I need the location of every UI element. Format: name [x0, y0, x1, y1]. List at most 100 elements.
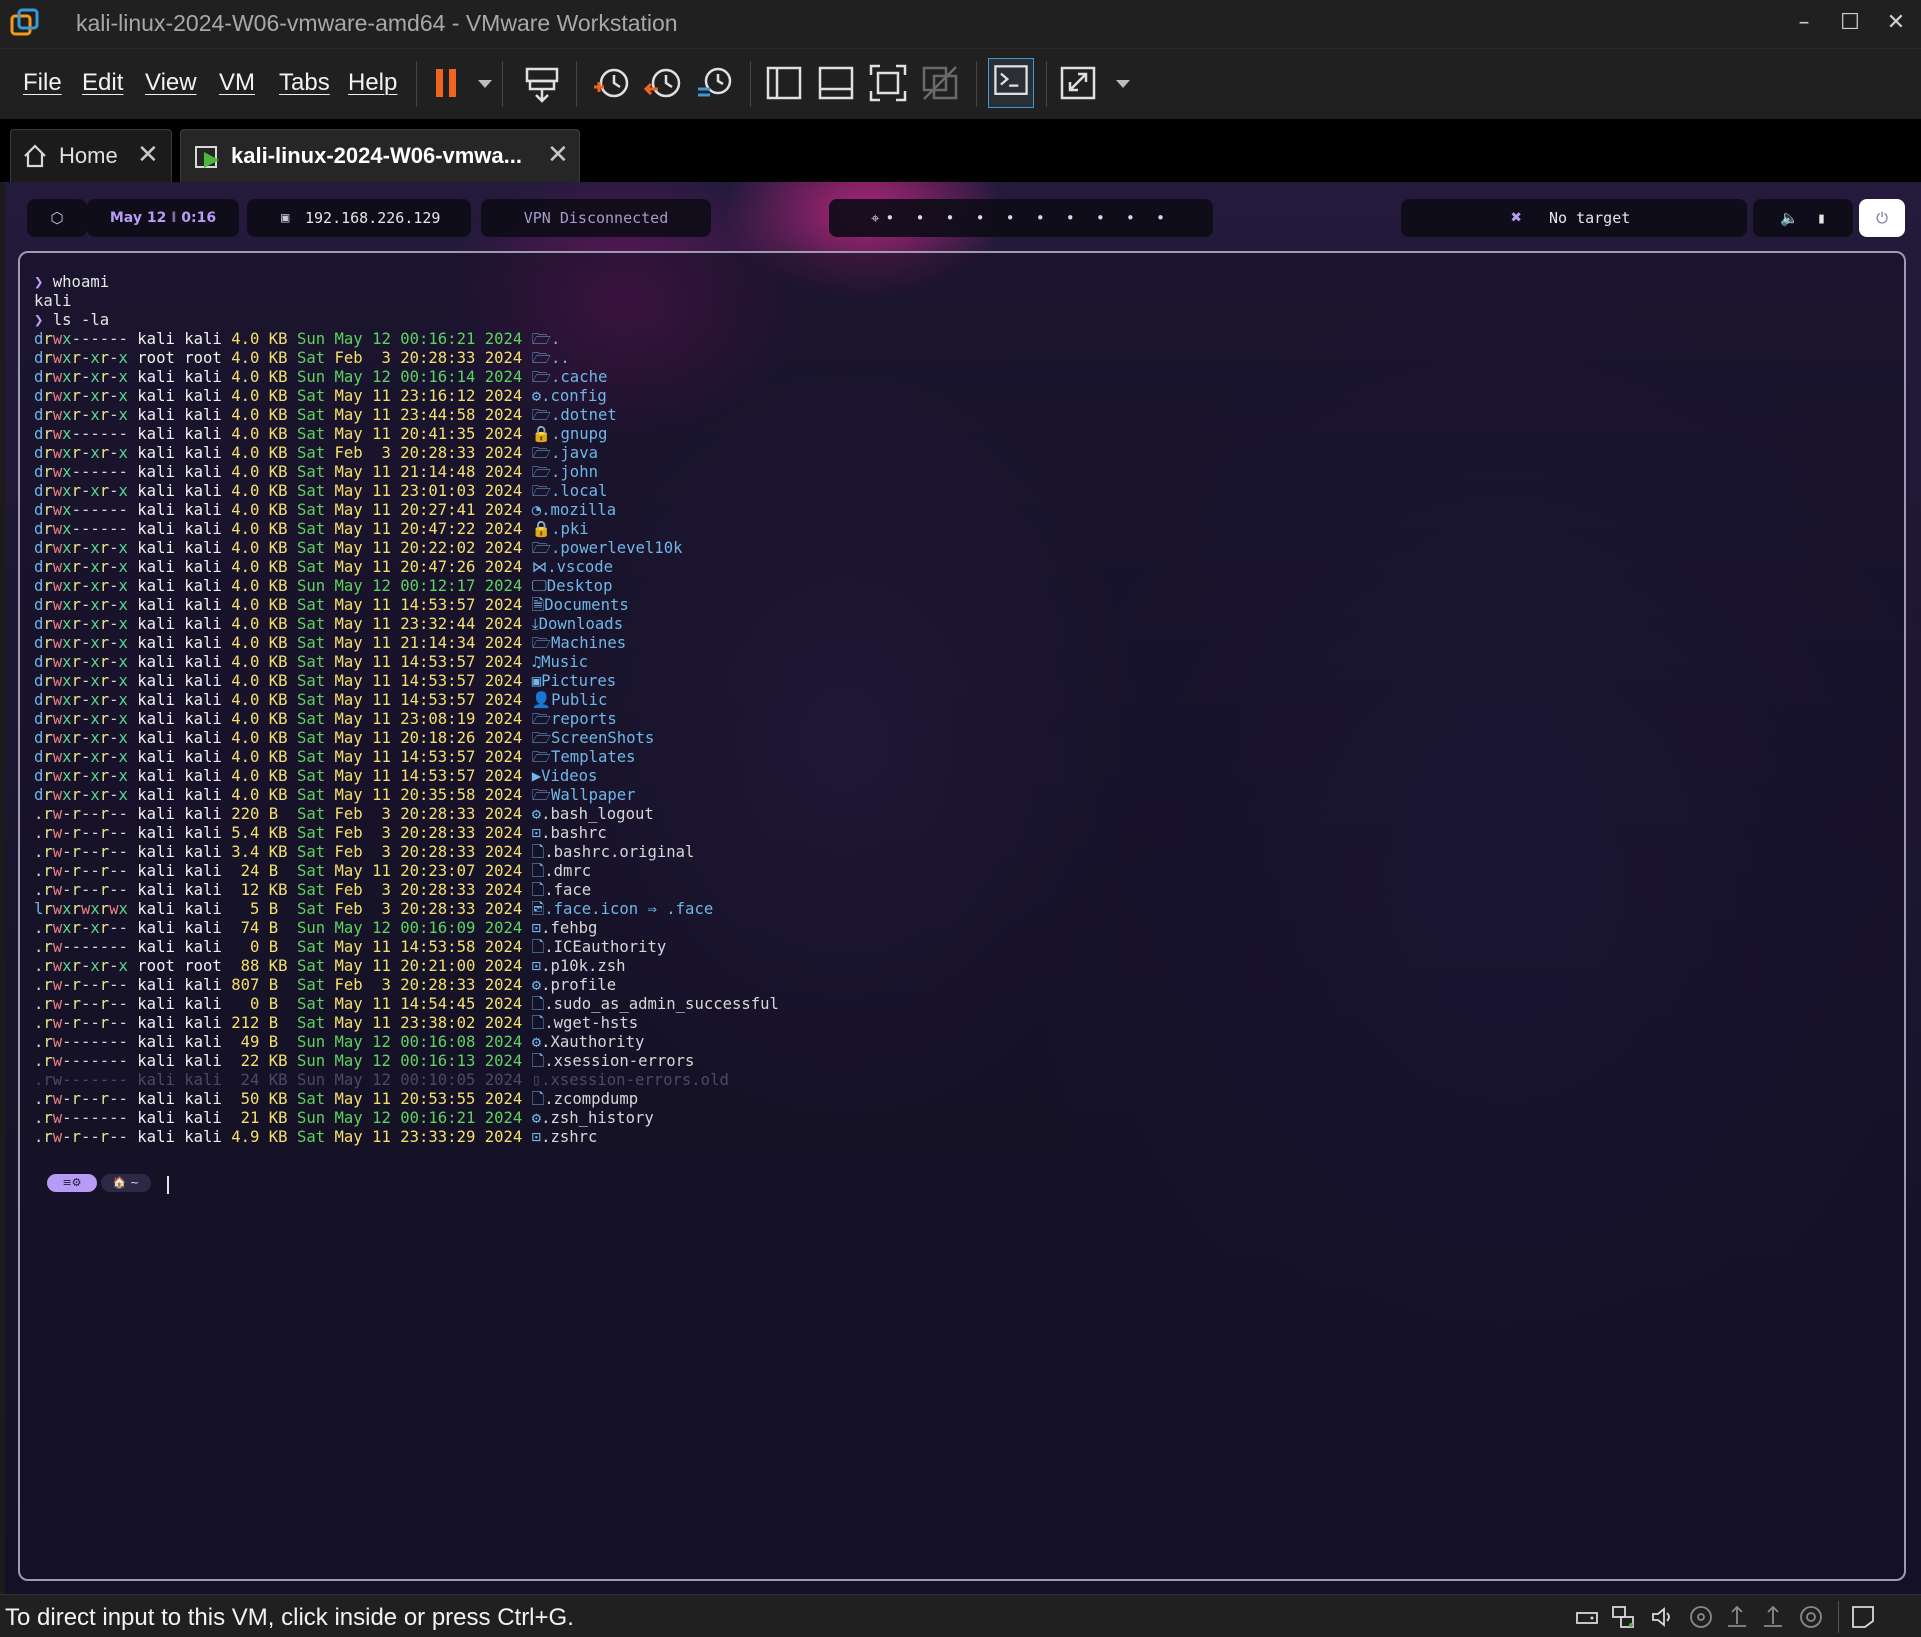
- tab-vm[interactable]: kali-linux-2024-W06-vmwa... ✕: [180, 129, 580, 182]
- file-type-icon: 🗁: [531, 729, 552, 747]
- ls-user: kali: [137, 843, 175, 861]
- file-type-icon: 🗁: [531, 748, 552, 766]
- ls-group: kali: [184, 881, 222, 899]
- ls-day: Sun: [296, 1033, 326, 1051]
- ls-date: 12: [372, 368, 391, 386]
- hard-disk-icon[interactable]: [1574, 1604, 1600, 1630]
- ls-filename: .gnupg: [551, 425, 608, 443]
- ls-user: kali: [137, 1128, 175, 1146]
- ls-time: 20:28:33: [400, 805, 476, 823]
- ls-unit: KB: [268, 501, 288, 519]
- ls-permissions: drwxr-xr-x: [34, 729, 128, 747]
- ls-row: drwxr-xr-x root root 4.0 KB Sat Feb 3 20…: [34, 349, 779, 368]
- close-button[interactable]: ✕: [1876, 8, 1916, 38]
- full-screen-icon[interactable]: [866, 61, 910, 105]
- ls-date: 11: [372, 957, 391, 975]
- ls-time: 20:21:00: [400, 957, 476, 975]
- ls-permissions: drwxr-xr-x: [34, 748, 128, 766]
- thumbnail-bar-icon[interactable]: [814, 61, 858, 105]
- ls-user: kali: [137, 463, 175, 481]
- sound-icon[interactable]: [1650, 1604, 1676, 1630]
- ls-user: kali: [137, 596, 175, 614]
- file-type-icon: ⚙: [531, 976, 542, 994]
- ls-day: Sat: [296, 995, 326, 1013]
- menu-edit[interactable]: Edit: [82, 69, 123, 97]
- network-icon[interactable]: [1610, 1604, 1636, 1630]
- ls-day: Sun: [296, 368, 326, 386]
- toolbar-separator: [502, 61, 503, 107]
- panel-system-icons[interactable]: 🔈 ▮: [1753, 199, 1853, 237]
- console-view-icon[interactable]: [988, 58, 1034, 108]
- dropdown-icon[interactable]: [1102, 61, 1130, 105]
- unity-icon[interactable]: [918, 61, 962, 105]
- message-log-icon[interactable]: [1850, 1604, 1876, 1630]
- file-type-icon: 🖻: [531, 900, 545, 918]
- ls-year: 2024: [484, 425, 523, 443]
- panel-menu-icon[interactable]: ⬡: [27, 199, 87, 237]
- ls-size: 21: [231, 1109, 260, 1127]
- ls-group: kali: [184, 482, 222, 500]
- workspaces-indicator[interactable]: ⌖• • • • • • • • • •: [829, 199, 1213, 237]
- usb-icon[interactable]: [1724, 1604, 1750, 1630]
- ls-date: 11: [372, 425, 391, 443]
- ls-group: kali: [184, 786, 222, 804]
- ls-size: 4.0: [231, 691, 260, 709]
- tab-home[interactable]: Home ✕: [10, 129, 172, 182]
- ls-group: kali: [184, 1109, 222, 1127]
- file-type-icon: 🗁: [531, 710, 552, 728]
- ls-date: 3: [372, 881, 391, 899]
- ls-permissions: drwxr-xr-x: [34, 406, 128, 424]
- menu-tabs[interactable]: Tabs: [279, 69, 330, 97]
- send-ctrl-alt-del-icon[interactable]: [520, 61, 564, 105]
- cd-icon[interactable]: [1688, 1604, 1714, 1630]
- ls-size: 4.0: [231, 634, 260, 652]
- ls-day: Sat: [296, 976, 326, 994]
- ls-unit: KB: [268, 710, 288, 728]
- ls-group: kali: [184, 463, 222, 481]
- snapshot-manager-icon[interactable]: [694, 61, 738, 105]
- maximize-button[interactable]: ☐: [1830, 8, 1870, 38]
- ls-time: 00:16:09: [400, 919, 476, 937]
- ls-year: 2024: [484, 406, 523, 424]
- ls-year: 2024: [484, 805, 523, 823]
- ls-time: 20:28:33: [400, 349, 476, 367]
- ls-permissions: drwxr-xr-x: [34, 710, 128, 728]
- close-icon[interactable]: ✕: [547, 140, 569, 170]
- take-snapshot-icon[interactable]: [590, 61, 634, 105]
- revert-snapshot-icon[interactable]: [642, 61, 686, 105]
- ls-date: 11: [372, 558, 391, 576]
- display-icon[interactable]: [1798, 1604, 1824, 1630]
- menu-vm[interactable]: VM: [219, 69, 255, 97]
- close-icon[interactable]: ✕: [137, 140, 159, 170]
- menu-file[interactable]: File: [23, 69, 62, 97]
- ls-user: root: [137, 349, 175, 367]
- ls-filename: .mozilla: [541, 501, 617, 519]
- ls-month: May: [334, 539, 363, 557]
- ls-size: 0: [231, 938, 260, 956]
- ls-group: kali: [184, 919, 222, 937]
- minimize-button[interactable]: –: [1784, 8, 1824, 38]
- ls-day: Sat: [296, 824, 326, 842]
- ls-unit: B: [268, 938, 288, 956]
- dropdown-icon[interactable]: [464, 61, 492, 105]
- library-icon[interactable]: [762, 61, 806, 105]
- ls-month: Feb: [334, 881, 363, 899]
- ls-filename: Machines: [551, 634, 627, 652]
- file-type-icon: ▯: [531, 1071, 542, 1089]
- ls-group: kali: [184, 406, 222, 424]
- usb-icon[interactable]: [1760, 1604, 1786, 1630]
- stretch-guest-icon[interactable]: [1056, 61, 1100, 105]
- menu-help[interactable]: Help: [348, 69, 397, 97]
- ls-filename: .face: [544, 881, 592, 899]
- ls-day: Sun: [296, 1071, 326, 1089]
- ls-size: 4.0: [231, 501, 260, 519]
- ls-year: 2024: [484, 368, 523, 386]
- ls-permissions: drwxr-xr-x: [34, 596, 128, 614]
- ls-row: drwx------ kali kali 4.0 KB Sat May 11 2…: [34, 501, 779, 520]
- file-type-icon: 🗁: [531, 786, 552, 804]
- vm-display[interactable]: ⬡ May 12 I 0:16 ▣ 192.168.226.129 VPN Di…: [5, 182, 1921, 1594]
- ls-month: Feb: [334, 805, 363, 823]
- file-type-icon: 🗋: [531, 881, 545, 899]
- menu-view[interactable]: View: [145, 69, 197, 97]
- power-icon[interactable]: ⏻: [1859, 199, 1905, 237]
